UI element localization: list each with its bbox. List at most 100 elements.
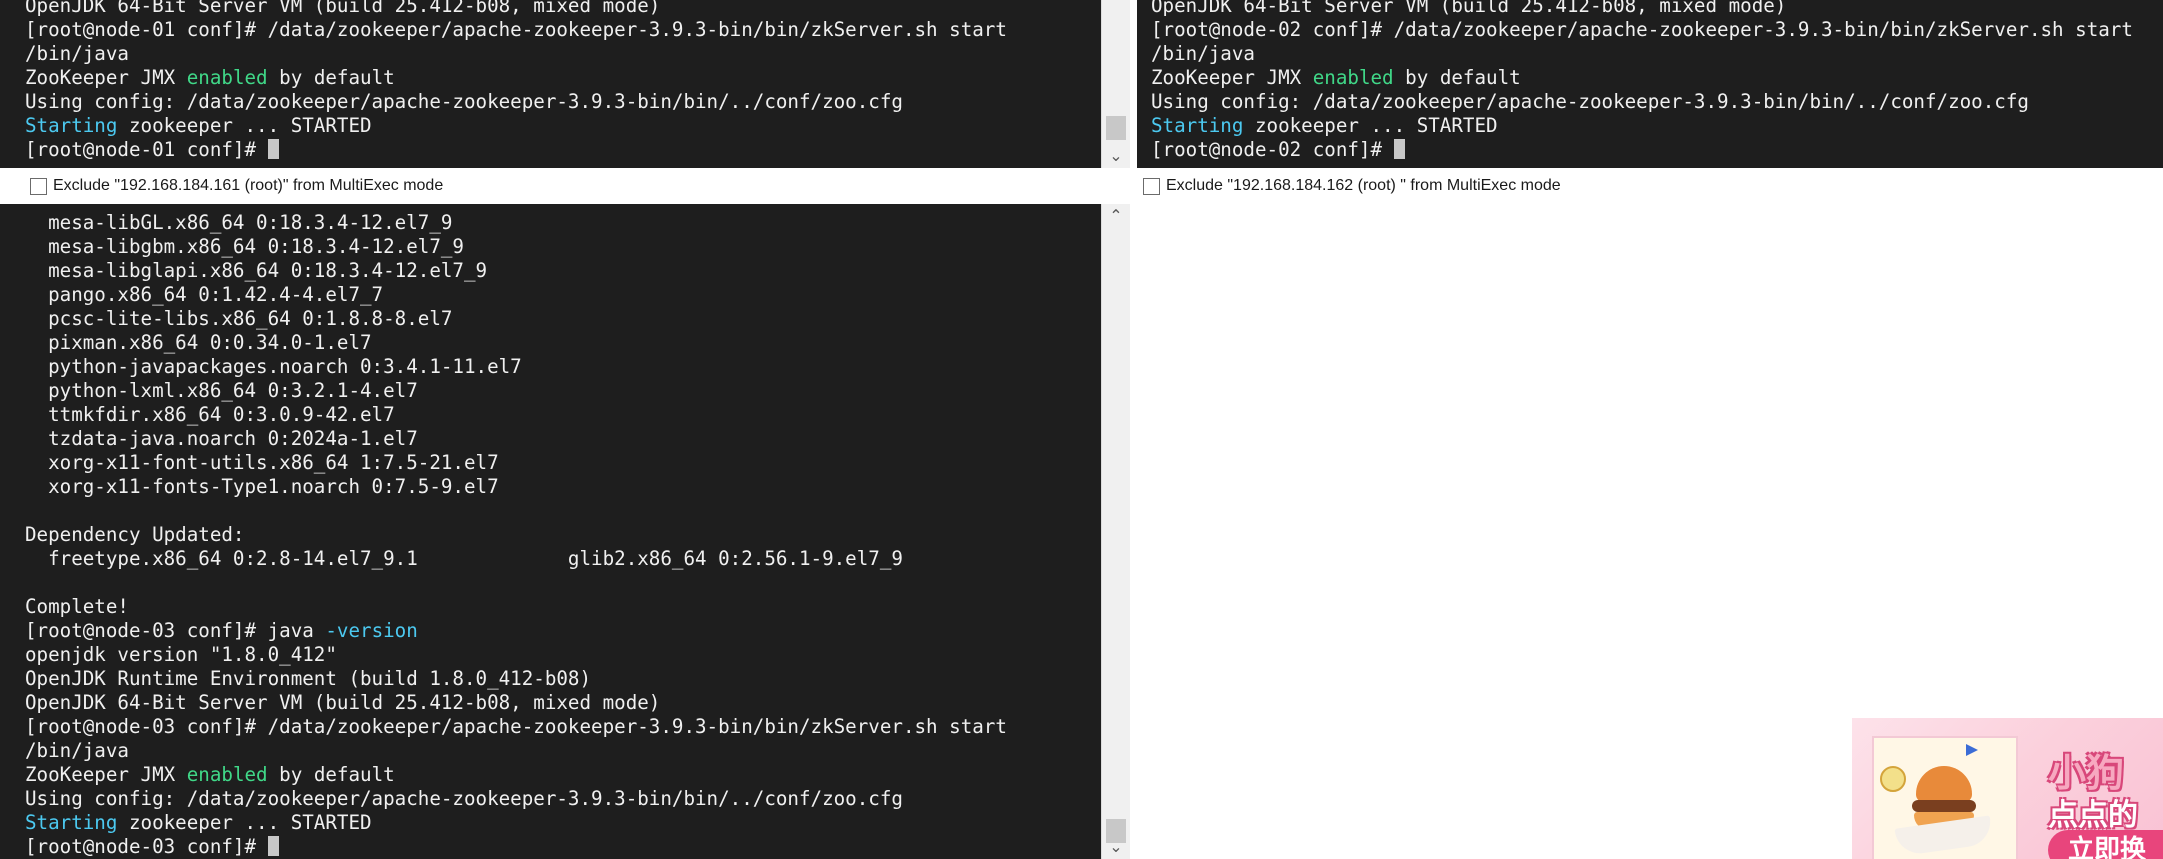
text-segment: /bin/java (25, 739, 129, 762)
text-segment: Using config: /data/zookeeper/apache-zoo… (25, 90, 903, 113)
terminal-line: Using config: /data/zookeeper/apache-zoo… (25, 90, 1102, 114)
highlight-text: enabled (1312, 66, 1394, 89)
highlight-text: -version (325, 619, 418, 642)
terminal-line: OpenJDK 64-Bit Server VM (build 25.412-b… (1151, 0, 2163, 18)
scroll-down-arrow-icon[interactable]: ⌄ (1102, 144, 1130, 168)
scroll-down-arrow-icon[interactable]: ⌄ (1102, 835, 1130, 859)
text-segment: by default (267, 763, 395, 786)
terminal-line: xorg-x11-font-utils.x86_64 1:7.5-21.el7 (25, 451, 1102, 475)
text-segment: OpenJDK 64-Bit Server VM (build 25.412-b… (25, 691, 661, 714)
terminal-line: [root@node-02 conf]# (1151, 138, 2163, 162)
text-segment: [root@node-01 conf]# /data/zookeeper/apa… (25, 18, 1007, 41)
ad-cta-button[interactable]: 立即换 (2048, 830, 2163, 859)
terminal-line: tzdata-java.noarch 0:2024a-1.el7 (25, 427, 1102, 451)
terminal-line: ZooKeeper JMX enabled by default (1151, 66, 2163, 90)
text-segment: Complete! (25, 595, 129, 618)
exclude-label: Exclude "192.168.184.162 (root) " from M… (1166, 177, 1561, 194)
exclude-checkbox[interactable] (30, 177, 47, 195)
text-segment: Dependency Updated: (25, 523, 245, 546)
text-segment: ttmkfdir.x86_64 0:3.0.9-42.el7 (25, 403, 395, 426)
text-segment: [root@node-03 conf]# /data/zookeeper/apa… (25, 715, 1007, 738)
terminal-pane-node-02[interactable]: OpenJDK 64-Bit Server VM (build 25.412-b… (1137, 0, 2163, 168)
exclude-label: Exclude "192.168.184.161 (root)" from Mu… (53, 177, 444, 194)
terminal-line: pixman.x86_64 0:0.34.0-1.el7 (25, 331, 1102, 355)
ad-image (1872, 736, 2018, 859)
text-segment: /bin/java (25, 42, 129, 65)
terminal-line: freetype.x86_64 0:2.8-14.el7_9.1 glib2.x… (25, 547, 1102, 571)
terminal-line: [root@node-02 conf]# /data/zookeeper/apa… (1151, 18, 2163, 42)
terminal-line: Using config: /data/zookeeper/apache-zoo… (1151, 90, 2163, 114)
text-segment: ZooKeeper JMX (25, 66, 187, 89)
terminal-line: mesa-libgbm.x86_64 0:18.3.4-12.el7_9 (25, 235, 1102, 259)
terminal-line: [root@node-03 conf]# (25, 835, 1102, 859)
text-segment: mesa-libGL.x86_64 0:18.3.4-12.el7_9 (25, 211, 453, 234)
terminal-line: mesa-libGL.x86_64 0:18.3.4-12.el7_9 (25, 211, 1102, 235)
text-segment: xorg-x11-font-utils.x86_64 1:7.5-21.el7 (25, 451, 499, 474)
terminal-line: openjdk version "1.8.0_412" (25, 643, 1102, 667)
vertical-scrollbar[interactable]: ⌃ ⌄ (1101, 204, 1130, 859)
terminal-line: Starting zookeeper ... STARTED (25, 811, 1102, 835)
terminal-output: OpenJDK 64-Bit Server VM (build 25.412-b… (0, 0, 1102, 162)
text-segment: [root@node-03 conf]# java (25, 619, 326, 642)
badge-icon (1880, 766, 1906, 792)
terminal-line: python-lxml.x86_64 0:3.2.1-4.el7 (25, 379, 1102, 403)
terminal-line: python-javapackages.noarch 0:3.4.1-11.el… (25, 355, 1102, 379)
text-segment: pcsc-lite-libs.x86_64 0:1.8.8-8.el7 (25, 307, 453, 330)
terminal-pane-node-01[interactable]: OpenJDK 64-Bit Server VM (build 25.412-b… (0, 0, 1130, 168)
text-segment: mesa-libgbm.x86_64 0:18.3.4-12.el7_9 (25, 235, 464, 258)
flag-icon (1966, 744, 1978, 756)
terminal-line: OpenJDK 64-Bit Server VM (build 25.412-b… (25, 691, 1102, 715)
highlight-text: enabled (186, 763, 268, 786)
terminal-line: Dependency Updated: (25, 523, 1102, 547)
text-segment: [root@node-03 conf]# (25, 835, 268, 858)
terminal-line: xorg-x11-fonts-Type1.noarch 0:7.5-9.el7 (25, 475, 1102, 499)
ad-title: 小狗 (2048, 751, 2125, 795)
terminal-output: mesa-libGL.x86_64 0:18.3.4-12.el7_9 mesa… (0, 211, 1102, 859)
terminal-line: [root@node-03 conf]# java -version (25, 619, 1102, 643)
cursor-block (1393, 139, 1405, 159)
ad-banner[interactable]: 小狗 点点的 立即换 (1852, 718, 2163, 859)
text-segment: by default (267, 66, 395, 89)
terminal-pane-node-03[interactable]: mesa-libGL.x86_64 0:18.3.4-12.el7_9 mesa… (0, 204, 1130, 859)
terminal-line: /bin/java (25, 42, 1102, 66)
terminal-line: /bin/java (25, 739, 1102, 763)
text-segment: OpenJDK Runtime Environment (build 1.8.0… (25, 667, 592, 690)
text-segment: pango.x86_64 0:1.42.4-4.el7_7 (25, 283, 384, 306)
text-segment: /bin/java (1151, 42, 1255, 65)
multiexec-exclude-toggle-node-02[interactable]: Exclude "192.168.184.162 (root) " from M… (1143, 171, 1561, 201)
text-segment: ZooKeeper JMX (25, 763, 187, 786)
terminal-line: pcsc-lite-libs.x86_64 0:1.8.8-8.el7 (25, 307, 1102, 331)
text-segment: python-javapackages.noarch 0:3.4.1-11.el… (25, 355, 522, 378)
scrollbar-thumb[interactable] (1106, 116, 1126, 140)
terminal-line: /bin/java (1151, 42, 2163, 66)
terminal-line: Complete! (25, 595, 1102, 619)
terminal-line: OpenJDK 64-Bit Server VM (build 25.412-b… (25, 0, 1102, 18)
text-segment: ZooKeeper JMX (1151, 66, 1313, 89)
text-segment: by default (1393, 66, 1521, 89)
text-segment: OpenJDK 64-Bit Server VM (build 25.412-b… (1151, 0, 1787, 17)
highlight-text: Starting (1151, 114, 1244, 137)
terminal-line: ZooKeeper JMX enabled by default (25, 763, 1102, 787)
terminal-line: Starting zookeeper ... STARTED (25, 114, 1102, 138)
highlight-text: Starting (25, 811, 118, 834)
text-segment: Using config: /data/zookeeper/apache-zoo… (25, 787, 903, 810)
text-segment: [root@node-02 conf]# (1151, 138, 1394, 161)
terminal-line: [root@node-01 conf]# (25, 138, 1102, 162)
text-segment: [root@node-01 conf]# (25, 138, 268, 161)
text-segment: OpenJDK 64-Bit Server VM (build 25.412-b… (25, 0, 661, 17)
text-segment: openjdk version "1.8.0_412" (25, 643, 337, 666)
text-segment: python-lxml.x86_64 0:3.2.1-4.el7 (25, 379, 418, 402)
ad-subtitle: 点点的 (2048, 798, 2138, 833)
vertical-scrollbar[interactable]: ⌄ (1101, 0, 1130, 168)
exclude-checkbox[interactable] (1143, 177, 1160, 195)
text-segment: zookeeper ... STARTED (117, 811, 372, 834)
scroll-up-arrow-icon[interactable]: ⌃ (1102, 204, 1130, 228)
text-segment: xorg-x11-fonts-Type1.noarch 0:7.5-9.el7 (25, 475, 499, 498)
terminal-line: OpenJDK Runtime Environment (build 1.8.0… (25, 667, 1102, 691)
multiexec-exclude-toggle-node-01[interactable]: Exclude "192.168.184.161 (root)" from Mu… (30, 171, 443, 201)
text-segment: freetype.x86_64 0:2.8-14.el7_9.1 glib2.x… (25, 547, 903, 570)
text-segment: mesa-libglapi.x86_64 0:18.3.4-12.el7_9 (25, 259, 488, 282)
burger-icon (1916, 766, 1972, 802)
